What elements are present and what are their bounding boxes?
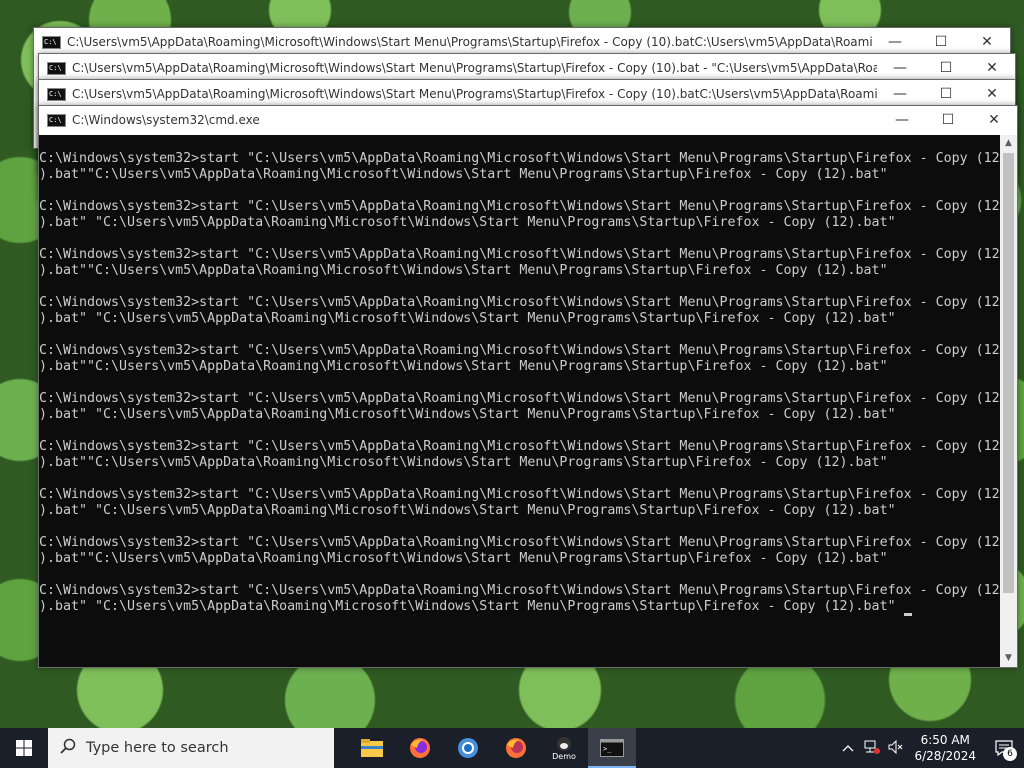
taskbar-firefox-2[interactable] [492, 728, 540, 768]
scroll-thumb[interactable] [1003, 153, 1014, 593]
titlebar[interactable]: C:\ C:\Users\vm5\AppData\Roaming\Microso… [39, 80, 1015, 108]
cmd-window-active[interactable]: C:\ C:\Windows\system32\cmd.exe — ☐ ✕ C:… [38, 105, 1018, 668]
network-icon[interactable] [860, 740, 884, 757]
window-title: C:\Users\vm5\AppData\Roaming\Microsoft\W… [72, 61, 877, 75]
cmd-icon: C:\ [42, 35, 61, 49]
volume-muted-icon[interactable] [884, 739, 908, 757]
scroll-up-icon[interactable]: ▲ [1000, 135, 1017, 152]
minimize-button[interactable]: — [879, 106, 925, 134]
console-output[interactable]: C:\Windows\system32>start "C:\Users\vm5\… [39, 135, 1000, 667]
window-title: C:\Users\vm5\AppData\Roaming\Microsoft\W… [72, 87, 877, 101]
minimize-button[interactable]: — [877, 54, 923, 82]
maximize-button[interactable]: ☐ [925, 106, 971, 134]
clock[interactable]: 6:50 AM 6/28/2024 [914, 732, 976, 764]
taskbar-demo[interactable]: Demo [540, 728, 588, 768]
text-cursor [904, 613, 912, 616]
search-icon [60, 738, 76, 758]
window-title: C:\Users\vm5\AppData\Roaming\Microsoft\W… [67, 35, 872, 49]
svg-text:>_: >_ [603, 745, 612, 753]
taskbar-search[interactable]: Type here to search [48, 728, 334, 768]
taskbar-firefox[interactable] [396, 728, 444, 768]
system-tray: 6:50 AM 6/28/2024 6 [836, 728, 1024, 768]
demo-app-icon [557, 736, 571, 751]
chevron-up-icon[interactable] [836, 741, 860, 755]
console-text: C:\Windows\system32>start "C:\Users\vm5\… [39, 151, 1000, 614]
cmd-icon: >_ [600, 739, 624, 757]
browser-icon [458, 738, 478, 758]
firefox-icon [410, 738, 430, 758]
scroll-down-icon[interactable]: ▼ [1000, 650, 1017, 667]
maximize-button[interactable]: ☐ [923, 54, 969, 82]
taskbar-file-explorer[interactable] [348, 728, 396, 768]
close-button[interactable]: ✕ [969, 54, 1015, 82]
search-placeholder: Type here to search [86, 740, 229, 756]
notification-count-badge: 6 [1003, 747, 1017, 761]
titlebar[interactable]: C:\ C:\Users\vm5\AppData\Roaming\Microso… [34, 28, 1010, 56]
action-center-button[interactable]: 6 [984, 728, 1024, 768]
clock-time: 6:50 AM [920, 733, 970, 747]
close-button[interactable]: ✕ [964, 28, 1010, 56]
titlebar[interactable]: C:\ C:\Windows\system32\cmd.exe — ☐ ✕ [39, 106, 1017, 134]
cmd-icon: C:\ [47, 113, 66, 127]
folder-icon [361, 739, 383, 757]
vertical-scrollbar[interactable]: ▲ ▼ [1000, 135, 1017, 667]
close-button[interactable]: ✕ [971, 106, 1017, 134]
taskbar-chrome[interactable] [444, 728, 492, 768]
minimize-button[interactable]: — [872, 28, 918, 56]
taskbar: Type here to search Demo >_ 6:50 AM 6/28… [0, 728, 1024, 768]
taskbar-cmd[interactable]: >_ [588, 728, 636, 768]
start-button[interactable] [0, 728, 48, 768]
close-button[interactable]: ✕ [969, 80, 1015, 108]
maximize-button[interactable]: ☐ [923, 80, 969, 108]
firefox-icon [506, 738, 526, 758]
windows-logo-icon [16, 740, 32, 756]
titlebar[interactable]: C:\ C:\Users\vm5\AppData\Roaming\Microso… [39, 54, 1015, 82]
window-title: C:\Windows\system32\cmd.exe [72, 113, 260, 127]
clock-date: 6/28/2024 [914, 749, 976, 763]
demo-label: Demo [552, 751, 576, 761]
cmd-icon: C:\ [47, 61, 66, 75]
minimize-button[interactable]: — [877, 80, 923, 108]
maximize-button[interactable]: ☐ [918, 28, 964, 56]
cmd-icon: C:\ [47, 87, 66, 101]
